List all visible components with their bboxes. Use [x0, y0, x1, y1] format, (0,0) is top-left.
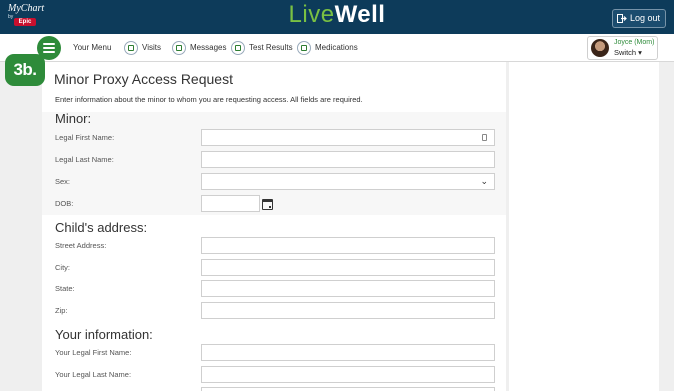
dob-field[interactable] — [201, 195, 260, 212]
test-results-icon — [231, 40, 245, 55]
your-last-name-label: Your Legal Last Name: — [55, 370, 132, 379]
visits-icon — [124, 40, 138, 55]
calendar-icon[interactable] — [262, 199, 273, 210]
street-address-field[interactable] — [201, 237, 495, 254]
nav-item-label: Medications — [315, 43, 358, 52]
user-switcher[interactable]: Joyce (Mom) Switch ▾ — [587, 36, 658, 60]
minor-first-name-field[interactable] — [201, 129, 495, 146]
your-menu-link[interactable]: Your Menu — [73, 34, 111, 62]
logout-icon — [617, 14, 627, 23]
nav-item-label: Messages — [190, 43, 227, 52]
logout-button[interactable]: Log out — [612, 9, 666, 28]
street-label: Street Address: — [55, 241, 107, 250]
side-panel — [509, 62, 659, 391]
avatar — [591, 39, 609, 57]
brand-well: Well — [334, 1, 386, 28]
minor-last-name-label: Legal Last Name: — [55, 155, 114, 164]
form-intro: Enter information about the minor to who… — [55, 95, 363, 104]
minor-first-name-label: Legal First Name: — [55, 133, 115, 142]
brand-live: Live — [288, 1, 335, 28]
nav-item-test-results[interactable]: Test Results — [231, 34, 293, 62]
nav-bar: Your Menu Visits Messages Test Results M… — [0, 34, 674, 62]
your-info-heading: Your information: — [55, 327, 153, 342]
sex-label: Sex: — [55, 177, 71, 186]
sex-select[interactable]: ⌄ — [201, 173, 495, 190]
page-title: Minor Proxy Access Request — [54, 71, 233, 87]
zip-label: Zip: — [55, 306, 68, 315]
step-badge: 3b. — [5, 54, 45, 86]
state-field[interactable] — [201, 280, 495, 297]
your-last-name-field[interactable] — [201, 366, 495, 383]
state-label: State: — [55, 284, 75, 293]
medications-icon — [297, 40, 311, 55]
chevron-down-icon: ⌄ — [480, 176, 488, 186]
nav-item-label: Test Results — [249, 43, 293, 52]
livewell-brand: LiveWell — [0, 2, 674, 28]
city-field[interactable] — [201, 259, 495, 276]
minor-heading: Minor: — [55, 111, 92, 126]
nav-item-visits[interactable]: Visits — [124, 34, 161, 62]
your-first-name-label: Your Legal First Name: — [55, 348, 132, 357]
autofill-icon[interactable] — [482, 134, 487, 141]
nav-item-label: Visits — [142, 43, 161, 52]
dob-label: DOB: — [55, 199, 74, 208]
your-first-name-field[interactable] — [201, 344, 495, 361]
switch-user-button[interactable]: Switch ▾ — [614, 48, 642, 57]
minor-last-name-field[interactable] — [201, 151, 495, 168]
address-heading: Child's address: — [55, 220, 148, 235]
nav-item-messages[interactable]: Messages — [172, 34, 226, 62]
next-field-partial[interactable] — [201, 387, 495, 391]
messages-icon — [172, 40, 186, 55]
nav-item-medications[interactable]: Medications — [297, 34, 358, 62]
city-label: City: — [55, 263, 70, 272]
zip-field[interactable] — [201, 302, 495, 319]
user-name: Joyce (Mom) — [614, 39, 655, 46]
top-bar: MyChart by Epic LiveWell Log out — [0, 0, 674, 34]
logout-label: Log out — [630, 13, 661, 23]
